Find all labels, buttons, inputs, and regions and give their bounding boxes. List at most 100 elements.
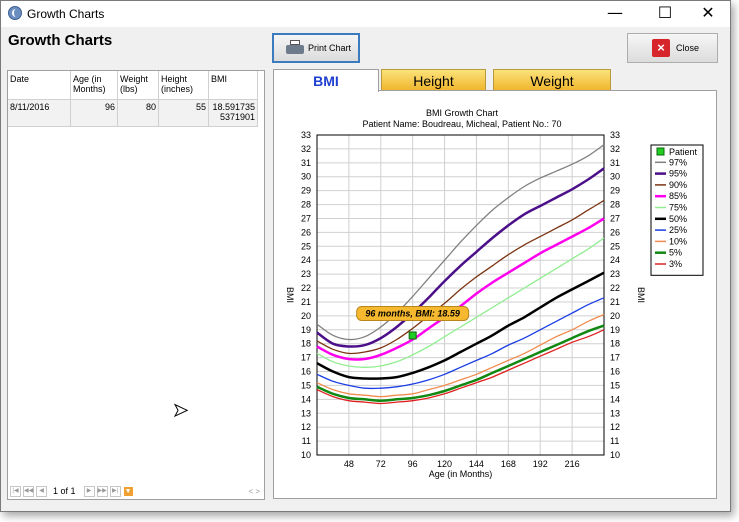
legend-label-75pct: 75% (669, 203, 687, 213)
tab-height[interactable]: Height (381, 69, 486, 91)
y-tick-label-left: 15 (301, 380, 311, 390)
y-tick-label-left: 17 (301, 353, 311, 363)
column-header-height[interactable]: Height (inches) (158, 71, 209, 100)
patient-data-point (408, 331, 417, 340)
x-tick-label: 192 (533, 459, 548, 469)
chart-subtitle: Patient Name: Boudreau, Micheal, Patient… (362, 119, 561, 129)
close-label: Close (676, 43, 700, 53)
y-tick-label-right: 20 (610, 311, 620, 321)
y-tick-label-left: 21 (301, 297, 311, 307)
next-page-icon[interactable]: ▶ (83, 485, 95, 497)
x-tick-label: 48 (344, 459, 354, 469)
cell-weight[interactable]: 80 (117, 99, 159, 127)
mouse-cursor-icon: ➤ (172, 400, 189, 421)
column-header-bmi[interactable]: BMI (208, 71, 258, 100)
y-tick-label-right: 19 (610, 325, 620, 335)
tab-weight[interactable]: Weight (493, 69, 611, 91)
next-block-icon[interactable]: ▶▶ (96, 485, 108, 497)
app-icon (8, 6, 22, 20)
y-tick-label-left: 23 (301, 269, 311, 279)
column-header-age[interactable]: Age (in Months) (70, 71, 118, 100)
print-chart-label: Print Chart (308, 43, 352, 53)
y-axis-label-right: BMI (636, 287, 646, 303)
close-button[interactable]: × Close (627, 33, 718, 63)
close-window-button[interactable]: ✕ (685, 1, 731, 27)
page-indicator: 1 of 1 (53, 486, 76, 496)
legend-label-5pct: 5% (669, 248, 682, 258)
printer-icon (286, 40, 304, 56)
growth-charts-window: Growth Charts — ☐ ✕ Growth Charts Print … (0, 0, 731, 512)
minimize-button[interactable]: — (592, 1, 638, 27)
measurements-grid: Date Age (in Months) Weight (lbs) Height… (7, 70, 265, 500)
y-tick-label-right: 21 (610, 297, 620, 307)
cell-age[interactable]: 96 (70, 99, 118, 127)
tab-bmi[interactable]: BMI (273, 69, 379, 92)
window-title: Growth Charts (27, 7, 105, 21)
first-page-icon[interactable]: |◀ (10, 485, 21, 497)
prev-block-icon[interactable]: ◀◀ (23, 485, 34, 497)
y-tick-label-right: 32 (610, 144, 620, 154)
prev-page-icon[interactable]: ◀ (36, 485, 47, 497)
series-line-90pct (316, 199, 605, 355)
table-row[interactable]: 8/11/2016 96 80 55 18.5917355371901 (8, 99, 258, 127)
cell-height[interactable]: 55 (158, 99, 209, 127)
y-tick-label-left: 31 (301, 158, 311, 168)
y-tick-label-left: 16 (301, 367, 311, 377)
legend-label-85pct: 85% (669, 191, 687, 201)
y-tick-label-right: 29 (610, 186, 620, 196)
y-tick-label-right: 28 (610, 200, 620, 210)
column-header-weight[interactable]: Weight (lbs) (117, 71, 159, 100)
y-tick-label-left: 18 (301, 339, 311, 349)
legend-label-95pct: 95% (669, 169, 687, 179)
x-tick-label: 96 (408, 459, 418, 469)
grid-pager: |◀ ◀◀ ◀ 1 of 1 ▶ ▶▶ ▶| ▼ < > (8, 483, 264, 499)
y-tick-label-right: 25 (610, 241, 620, 251)
y-tick-label-left: 19 (301, 325, 311, 335)
cell-date[interactable]: 8/11/2016 (8, 99, 71, 127)
x-tick-label: 72 (376, 459, 386, 469)
x-tick-label: 168 (501, 459, 516, 469)
y-tick-label-right: 24 (610, 255, 620, 265)
legend-label-3pct: 3% (669, 259, 682, 269)
y-axis-label-left: BMI (285, 287, 295, 303)
scroll-right-icon[interactable]: > (255, 487, 260, 496)
y-tick-label-right: 26 (610, 227, 620, 237)
patient-tooltip-text: 96 months, BMI: 18.59 (365, 308, 460, 318)
filter-icon[interactable]: ▼ (123, 486, 133, 496)
legend-label-50pct: 50% (669, 214, 687, 224)
y-tick-label-left: 10 (301, 450, 311, 460)
y-tick-label-right: 22 (610, 283, 620, 293)
y-tick-label-left: 12 (301, 422, 311, 432)
y-tick-label-left: 22 (301, 283, 311, 293)
scroll-left-icon[interactable]: < (249, 487, 254, 496)
last-page-icon[interactable]: ▶| (109, 485, 121, 497)
title-bar: Growth Charts — ☐ ✕ (1, 1, 730, 27)
x-tick-label: 144 (469, 459, 484, 469)
y-tick-label-right: 31 (610, 158, 620, 168)
y-tick-label-left: 20 (301, 311, 311, 321)
y-tick-label-left: 24 (301, 255, 311, 265)
page-heading: Growth Charts (8, 32, 113, 49)
x-axis-label: Age (in Months) (429, 469, 493, 479)
chart-panel: BMI Growth Chart Patient Name: Boudreau, … (273, 90, 717, 499)
column-header-date[interactable]: Date (8, 71, 71, 100)
series-line-75pct (316, 237, 605, 368)
y-tick-label-left: 28 (301, 200, 311, 210)
y-tick-label-left: 33 (301, 130, 311, 140)
series-line-5pct (316, 324, 605, 402)
y-tick-label-right: 30 (610, 172, 620, 182)
y-tick-label-left: 30 (301, 172, 311, 182)
y-tick-label-right: 14 (610, 394, 620, 404)
y-tick-label-right: 12 (610, 422, 620, 432)
print-chart-button[interactable]: Print Chart (272, 33, 360, 63)
y-tick-label-right: 16 (610, 367, 620, 377)
y-tick-label-right: 13 (610, 408, 620, 418)
cell-bmi[interactable]: 18.5917355371901 (208, 99, 258, 127)
y-tick-label-right: 33 (610, 130, 620, 140)
y-tick-label-right: 27 (610, 213, 620, 223)
y-tick-label-left: 26 (301, 227, 311, 237)
bmi-growth-chart: BMI Growth ChartPatient Name: Boudreau, … (285, 108, 704, 479)
maximize-button[interactable]: ☐ (642, 1, 688, 27)
y-tick-label-right: 18 (610, 339, 620, 349)
x-tick-label: 216 (565, 459, 580, 469)
